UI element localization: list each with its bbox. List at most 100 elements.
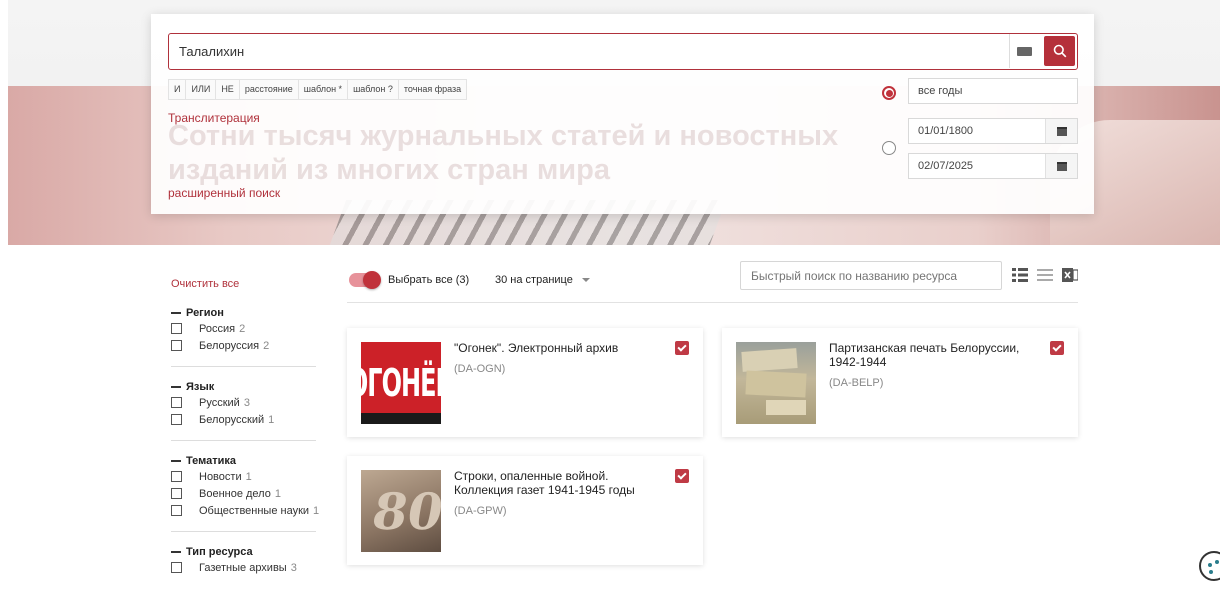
facet-divider: [171, 531, 316, 532]
result-card[interactable]: 80 Строки, опаленные войной. Коллекция г…: [347, 456, 703, 565]
facet-title[interactable]: Регион: [171, 306, 341, 320]
select-all-toggle[interactable]: [349, 271, 381, 289]
facet-item-russia[interactable]: Россия 2: [171, 320, 341, 337]
clear-all-link[interactable]: Очистить все: [171, 278, 341, 290]
operator-wildcard-star[interactable]: шаблон *: [299, 80, 349, 99]
result-checkbox[interactable]: [675, 469, 689, 483]
calendar-from-button[interactable]: [1045, 119, 1077, 143]
search-panel: Сотни тысяч журнальных статей и новостны…: [151, 14, 1094, 214]
result-card[interactable]: ОГОНЁК "Огонек". Электронный архив (DA-O…: [347, 328, 703, 437]
checkbox[interactable]: [171, 488, 182, 499]
war-newspapers-cover-image: 80: [361, 470, 441, 552]
calendar-icon: [1056, 161, 1067, 171]
facet-item-military[interactable]: Военное дело 1: [171, 485, 341, 502]
select-all-label[interactable]: Выбрать все (3): [388, 274, 469, 286]
facet-title[interactable]: Язык: [171, 380, 341, 394]
facet-item-count: 1: [274, 487, 281, 500]
facet-title-text: Язык: [186, 381, 215, 393]
excel-export-icon[interactable]: [1062, 267, 1078, 283]
operator-exact-phrase[interactable]: точная фраза: [399, 80, 466, 99]
facet-item-label: Русский: [199, 396, 240, 409]
toggle-knob: [363, 271, 381, 289]
checkbox[interactable]: [171, 414, 182, 425]
per-page-select[interactable]: 30 на странице: [495, 274, 590, 286]
operator-distance[interactable]: расстояние: [240, 80, 299, 99]
facet-title-text: Тип ресурса: [186, 546, 253, 558]
collapse-icon: [171, 312, 181, 314]
filter-sidebar: Очистить все Регион Россия 2 Белоруссия 2 …: [171, 278, 341, 576]
date-to-value: 02/07/2025: [918, 160, 974, 172]
search-input[interactable]: [179, 34, 999, 68]
facet-divider: [171, 366, 316, 367]
facet-title[interactable]: Тип ресурса: [171, 545, 341, 559]
anniversary-number: 80: [367, 482, 441, 541]
toolbar-divider: [347, 302, 1078, 303]
facet-item-label: Белоруссия: [199, 339, 260, 352]
checkbox[interactable]: [171, 397, 182, 408]
facet-item-russian[interactable]: Русский 3: [171, 394, 341, 411]
palette-dot: [1208, 563, 1212, 567]
keyboard-icon: [1017, 46, 1032, 56]
partisan-press-cover-image: [736, 342, 816, 424]
facet-item-label: Россия: [199, 322, 236, 335]
result-title[interactable]: "Огонек". Электронный архив: [454, 341, 669, 355]
result-title[interactable]: Строки, опаленные войной. Коллекция газе…: [454, 469, 669, 497]
transliteration-link[interactable]: Транслитерация: [168, 111, 260, 125]
search-operators: И ИЛИ НЕ расстояние шаблон * шаблон ? то…: [168, 79, 468, 100]
checkbox[interactable]: [171, 340, 182, 351]
all-years-radio[interactable]: [882, 86, 896, 100]
facet-item-count: 3: [243, 396, 250, 409]
facet-item-belarus[interactable]: Белоруссия 2: [171, 337, 341, 354]
result-card[interactable]: Партизанская печать Белоруссии, 1942-194…: [722, 328, 1078, 437]
facet-item-news[interactable]: Новости 1: [171, 468, 341, 485]
facet-topic: Тематика Новости 1 Военное дело 1 Обществе…: [171, 454, 341, 519]
result-checkbox[interactable]: [675, 341, 689, 355]
result-title[interactable]: Партизанская печать Белоруссии, 1942-194…: [829, 341, 1044, 369]
date-from-field[interactable]: 01/01/1800: [908, 118, 1078, 144]
ogonek-logo: ОГОНЁК: [361, 360, 441, 406]
date-from-value: 01/01/1800: [918, 125, 974, 137]
checkbox[interactable]: [171, 505, 182, 516]
facet-title[interactable]: Тематика: [171, 454, 341, 468]
accessibility-widget-button[interactable]: [1199, 551, 1220, 581]
facet-title-text: Регион: [186, 307, 224, 319]
date-to-field[interactable]: 02/07/2025: [908, 153, 1078, 179]
list-view-icon[interactable]: [1037, 267, 1053, 283]
facet-resource-type: Тип ресурса Газетные архивы 3: [171, 545, 341, 576]
facet-item-newspaper-archives[interactable]: Газетные архивы 3: [171, 559, 341, 576]
checkbox[interactable]: [171, 562, 182, 573]
facet-item-label: Общественные науки: [199, 504, 310, 517]
collapse-icon: [171, 551, 181, 553]
facet-language: Язык Русский 3 Белорусский 1: [171, 380, 341, 428]
quick-search-input[interactable]: [740, 261, 1002, 290]
palette-dot: [1215, 560, 1219, 564]
facet-item-social-sciences[interactable]: Общественные науки 1: [171, 502, 341, 519]
facet-item-count: 3: [290, 561, 297, 574]
operator-and[interactable]: И: [169, 80, 187, 99]
result-checkbox[interactable]: [1050, 341, 1064, 355]
operator-wildcard-question[interactable]: шаблон ?: [348, 80, 399, 99]
facet-item-belarusian[interactable]: Белорусский 1: [171, 411, 341, 428]
virtual-keyboard-button[interactable]: [1009, 34, 1039, 68]
ogonek-cover-image: ОГОНЁК: [361, 342, 441, 424]
checkbox[interactable]: [171, 471, 182, 482]
hero-tagline-line1: Сотни тысяч журнальных статей и новостны…: [168, 120, 839, 152]
checkbox[interactable]: [171, 323, 182, 334]
search-box: [168, 33, 1078, 70]
facet-item-label: Белорусский: [199, 413, 265, 426]
all-years-field[interactable]: все годы: [908, 78, 1078, 104]
operator-or[interactable]: ИЛИ: [186, 80, 217, 99]
advanced-search-link[interactable]: расширенный поиск: [168, 186, 280, 200]
operator-not[interactable]: НЕ: [216, 80, 240, 99]
calendar-to-button[interactable]: [1045, 154, 1077, 178]
facet-item-count: 1: [268, 413, 275, 426]
facet-item-count: 1: [245, 470, 252, 483]
date-range-radio[interactable]: [882, 141, 896, 155]
calendar-icon: [1056, 126, 1067, 136]
facet-region: Регион Россия 2 Белоруссия 2: [171, 306, 341, 354]
facet-item-label: Газетные архивы: [199, 561, 287, 574]
search-button[interactable]: [1044, 36, 1075, 66]
hero-tagline: Сотни тысяч журнальных статей и новостны…: [168, 119, 838, 187]
facet-item-count: 1: [313, 504, 320, 517]
grid-view-icon[interactable]: [1012, 267, 1028, 283]
